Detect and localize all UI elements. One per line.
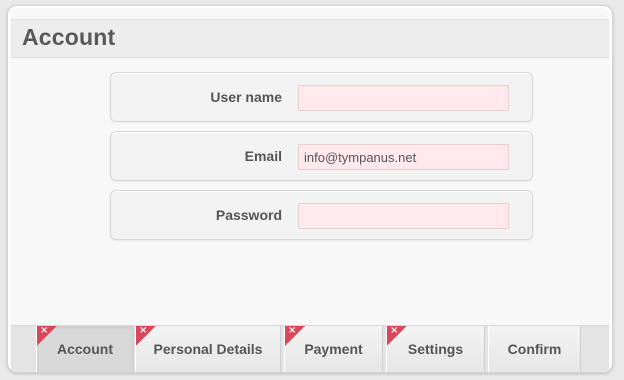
page-title: Account [22, 24, 116, 50]
form-row-password: Password [110, 190, 533, 240]
section-header: Account [11, 19, 609, 58]
wizard-panel: Account User name Email Password × Accou… [7, 5, 613, 373]
form-row-username: User name [110, 72, 533, 122]
tab-label: Personal Details [153, 341, 263, 357]
tab-settings[interactable]: × Settings [386, 325, 485, 372]
password-input[interactable] [298, 203, 509, 229]
tab-confirm[interactable]: Confirm [488, 326, 581, 372]
tab-label: Account [57, 341, 113, 357]
email-input[interactable] [298, 144, 509, 170]
tab-label: Settings [407, 341, 464, 357]
username-input[interactable] [298, 85, 509, 111]
email-label: Email [244, 148, 282, 164]
tab-label: Payment [304, 341, 363, 357]
form-row-email: Email [110, 131, 533, 181]
username-label: User name [210, 89, 282, 105]
step-tab-bar: × Account × Personal Details × Payment ×… [11, 325, 609, 372]
tab-account[interactable]: × Account [36, 325, 134, 372]
password-label: Password [215, 207, 282, 223]
tab-personal-details[interactable]: × Personal Details [135, 325, 281, 372]
tab-label: Confirm [507, 341, 562, 357]
tab-payment[interactable]: × Payment [284, 325, 383, 372]
